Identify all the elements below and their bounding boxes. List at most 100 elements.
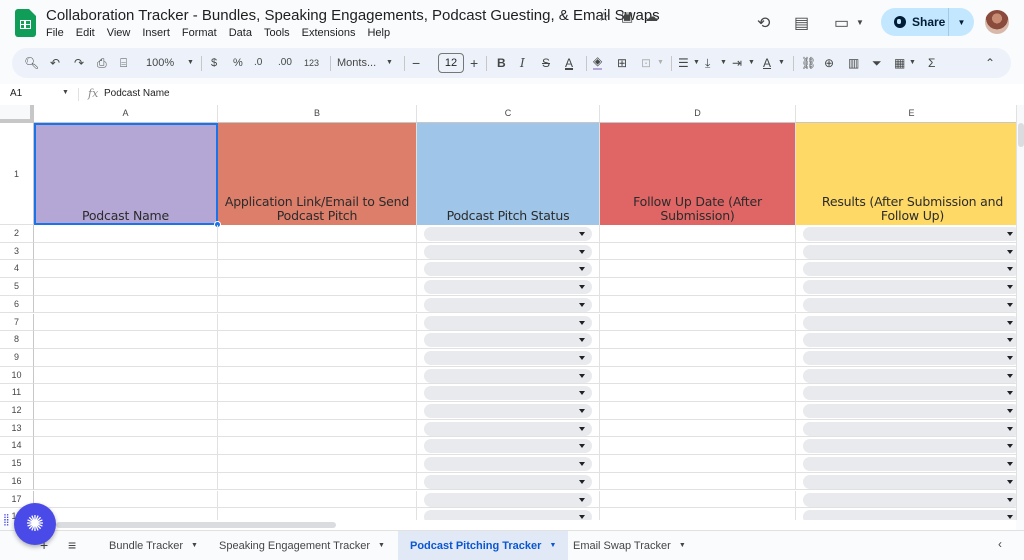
dropdown-chip[interactable]	[803, 333, 1016, 348]
dropdown-chip[interactable]	[424, 280, 592, 295]
menu-insert[interactable]: Insert	[136, 26, 176, 40]
cell-a10[interactable]	[34, 366, 218, 385]
menu-help[interactable]: Help	[361, 26, 396, 40]
cell-a15[interactable]	[34, 455, 218, 473]
halign-caret-icon[interactable]: ▼	[693, 54, 700, 72]
cell-b13[interactable]	[218, 419, 417, 438]
bold-button[interactable]: B	[497, 54, 506, 72]
paint-format-icon[interactable]: ⌸	[120, 54, 127, 72]
menu-data[interactable]: Data	[223, 26, 258, 40]
menu-tools[interactable]: Tools	[258, 26, 296, 40]
cell-d4[interactable]	[600, 260, 796, 279]
name-box-caret-icon[interactable]: ▼	[62, 89, 69, 96]
header-cell-results[interactable]: Results (After Submission and Follow Up)	[796, 123, 1016, 225]
cell-d7[interactable]	[600, 313, 796, 332]
dropdown-chip[interactable]	[424, 350, 592, 365]
dropdown-chip[interactable]	[424, 474, 592, 489]
currency-format-button[interactable]: $	[211, 54, 217, 72]
cell-b9[interactable]	[218, 348, 417, 367]
row-header-15[interactable]: 15	[0, 455, 34, 473]
row-header-8[interactable]: 8	[0, 331, 34, 349]
formula-input[interactable]: Podcast Name	[104, 88, 170, 99]
dropdown-chip[interactable]	[803, 457, 1016, 472]
font-family-select[interactable]: Monts...	[337, 54, 376, 72]
share-button[interactable]: Share	[881, 8, 949, 36]
cell-a18[interactable]	[34, 508, 218, 520]
row-header-10[interactable]: 10	[0, 366, 34, 385]
dropdown-chip[interactable]	[803, 492, 1016, 507]
cell-a14[interactable]	[34, 437, 218, 456]
increase-font-size-icon[interactable]: +	[470, 54, 478, 72]
print-icon[interactable]: ⎙	[97, 54, 107, 72]
version-history-icon[interactable]: ⟲	[757, 13, 770, 33]
row-header-5[interactable]: 5	[0, 278, 34, 296]
header-cell-application-link[interactable]: Application Link/Email to Send Podcast P…	[218, 123, 417, 225]
document-title[interactable]: Collaboration Tracker - Bundles, Speakin…	[46, 7, 660, 24]
decrease-font-size-icon[interactable]: −	[412, 54, 420, 72]
borders-icon[interactable]: ⊞	[617, 54, 627, 72]
cell-d8[interactable]	[600, 331, 796, 349]
cell-b18[interactable]	[218, 508, 417, 520]
cell-a5[interactable]	[34, 278, 218, 296]
dropdown-chip[interactable]	[424, 368, 592, 383]
italic-button[interactable]: I	[520, 54, 525, 72]
apps-dots-icon[interactable]: ⠿ ⠿	[3, 514, 10, 528]
sheet-tab-bundle-tracker[interactable]: Bundle Tracker ▼	[97, 531, 210, 560]
column-header-c[interactable]: C	[417, 105, 600, 123]
cell-a4[interactable]	[34, 260, 218, 279]
menu-edit[interactable]: Edit	[70, 26, 101, 40]
user-avatar[interactable]	[985, 10, 1009, 34]
row-header-1[interactable]: 1	[0, 123, 34, 225]
dropdown-chip[interactable]	[803, 510, 1016, 520]
cell-b6[interactable]	[218, 295, 417, 314]
font-caret-icon[interactable]: ▼	[386, 54, 393, 72]
dropdown-chip[interactable]	[424, 404, 592, 418]
cell-d14[interactable]	[600, 437, 796, 456]
column-header-e[interactable]: E	[796, 105, 1016, 123]
dropdown-chip[interactable]	[803, 227, 1016, 241]
horizontal-scrollbar[interactable]	[34, 520, 1016, 530]
cell-d11[interactable]	[600, 384, 796, 402]
cell-d6[interactable]	[600, 295, 796, 314]
cell-b12[interactable]	[218, 402, 417, 420]
dropdown-chip[interactable]	[424, 510, 592, 520]
strikethrough-icon[interactable]: S	[542, 54, 550, 72]
tab-caret-icon[interactable]: ▼	[679, 542, 686, 549]
row-header-3[interactable]: 3	[0, 242, 34, 261]
header-cell-podcast-name[interactable]: Podcast Name	[34, 123, 218, 225]
insert-comment-icon[interactable]: ⊕	[824, 54, 834, 72]
dropdown-chip[interactable]	[424, 492, 592, 507]
column-header-d[interactable]: D	[600, 105, 796, 123]
cell-b14[interactable]	[218, 437, 417, 456]
gemini-assistant-button[interactable]: ✺	[14, 503, 56, 545]
row-header-2[interactable]: 2	[0, 225, 34, 243]
cell-a6[interactable]	[34, 295, 218, 314]
dropdown-chip[interactable]	[424, 262, 592, 277]
name-box[interactable]: A1	[10, 88, 22, 99]
header-cell-follow-up-date[interactable]: Follow Up Date (After Submission)	[600, 123, 796, 225]
zoom-caret-icon[interactable]: ▼	[187, 54, 194, 72]
cell-d9[interactable]	[600, 348, 796, 367]
cell-d16[interactable]	[600, 472, 796, 491]
header-cell-pitch-status[interactable]: Podcast Pitch Status	[417, 123, 600, 225]
cell-a8[interactable]	[34, 331, 218, 349]
cell-d3[interactable]	[600, 242, 796, 261]
filter-views-caret-icon[interactable]: ▼	[909, 54, 916, 72]
dropdown-chip[interactable]	[424, 244, 592, 259]
row-header-4[interactable]: 4	[0, 260, 34, 279]
sheet-tab-speaking-engagement-tracker[interactable]: Speaking Engagement Tracker ▼	[207, 531, 397, 560]
row-header-13[interactable]: 13	[0, 419, 34, 438]
vertical-align-icon[interactable]: ⤓	[705, 54, 710, 72]
increase-decimal-button[interactable]: .00	[278, 54, 292, 72]
row-header-6[interactable]: 6	[0, 295, 34, 314]
row-header-16[interactable]: 16	[0, 472, 34, 491]
zoom-select[interactable]: 100%	[146, 54, 174, 72]
cell-b10[interactable]	[218, 366, 417, 385]
sheets-logo-icon[interactable]	[15, 9, 36, 37]
cell-b3[interactable]	[218, 242, 417, 261]
meet-caret-icon[interactable]: ▼	[856, 18, 864, 27]
font-size-input[interactable]: 12	[438, 53, 464, 73]
insert-chart-icon[interactable]: ▥	[848, 54, 859, 72]
cell-a2[interactable]	[34, 225, 218, 243]
column-header-b[interactable]: B	[218, 105, 417, 123]
